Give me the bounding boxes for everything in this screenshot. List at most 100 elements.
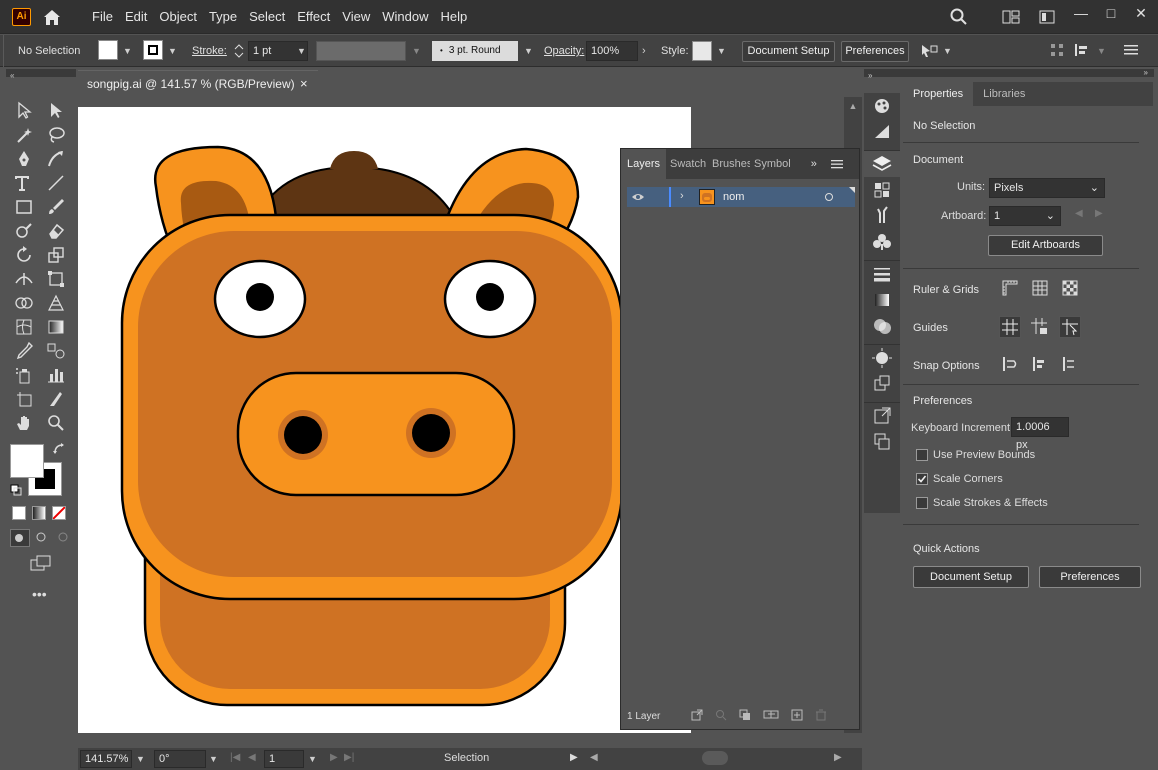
smart-guides-icon[interactable] [1059,316,1081,338]
image-trace-icon[interactable] [864,345,900,371]
horizontal-scroll-thumb[interactable] [702,751,728,765]
shaper-tool-icon[interactable] [14,221,34,241]
artboard-number-input[interactable]: 1 [264,750,304,768]
maximize-button[interactable]: □ [1096,0,1126,28]
fill-color-swatch[interactable] [10,444,44,478]
draw-normal-icon[interactable] [10,529,30,547]
menu-select[interactable]: Select [243,0,291,34]
stroke-stepper[interactable] [232,41,246,61]
visibility-eye-icon[interactable] [631,192,645,202]
quick-document-setup-button[interactable]: Document Setup [913,566,1029,588]
search-icon[interactable] [950,8,968,26]
tab-libraries[interactable]: Libraries [973,82,1035,106]
prev-artboard-status-icon[interactable]: ◀ [248,752,256,763]
perspective-grid-tool-icon[interactable] [46,293,66,313]
blend-tool-icon[interactable] [46,341,66,361]
lock-guides-icon[interactable] [1029,316,1051,338]
preferences-button[interactable]: Preferences [841,41,909,62]
symbol-sprayer-tool-icon[interactable] [14,365,34,385]
units-select[interactable]: Pixels ⌄ [989,178,1105,198]
screen-mode-icon[interactable] [30,555,52,571]
opacity-arrow-icon[interactable]: › [642,45,646,57]
menu-type[interactable]: Type [203,0,243,34]
toolbar-collapse-strip[interactable]: « [6,69,76,80]
magic-wand-tool-icon[interactable] [14,125,34,145]
next-artboard-icon[interactable]: ▶ [1095,208,1103,219]
rectangle-tool-icon[interactable] [14,197,34,217]
arrange-documents-icon[interactable] [1002,10,1020,24]
stroke-swatch[interactable] [143,40,163,60]
brush-dropdown-icon[interactable]: ▼ [524,46,533,56]
slice-tool-icon[interactable] [46,389,66,409]
transparency-icon[interactable] [864,313,900,339]
line-segment-tool-icon[interactable] [46,173,66,193]
scroll-left-icon[interactable]: ◀ [590,752,598,763]
distribute-dropdown-icon[interactable]: ▼ [1097,46,1106,56]
show-guides-icon[interactable] [999,316,1021,338]
shape-builder-tool-icon[interactable] [14,293,34,313]
artboard-select[interactable]: 1 ⌄ [989,206,1061,226]
last-artboard-icon[interactable]: ▶| [344,752,354,763]
artboard-tool-icon[interactable] [14,389,34,409]
swap-fill-stroke-icon[interactable] [52,442,66,456]
delete-layer-icon[interactable] [815,709,827,721]
menu-window[interactable]: Window [376,0,434,34]
document-setup-button[interactable]: Document Setup [742,41,835,62]
pen-tool-icon[interactable] [14,149,34,169]
layers-icon[interactable] [864,151,900,177]
menu-effect[interactable]: Effect [291,0,336,34]
document-tab-close-icon[interactable]: × [300,76,308,91]
align-dropdown-icon[interactable]: ▼ [943,46,952,56]
first-artboard-icon[interactable]: |◀ [230,752,240,763]
graphic-style-swatch[interactable] [692,41,712,61]
next-artboard-status-icon[interactable]: ▶ [330,752,338,763]
layer-name[interactable]: nom [723,191,744,203]
keyboard-increment-input[interactable]: 1.0006 px [1011,417,1069,451]
menu-object[interactable]: Object [153,0,203,34]
color-mode-icon[interactable] [12,506,26,520]
swatches-icon[interactable] [864,177,900,203]
color-guide-icon[interactable] [864,93,900,119]
clipping-mask-icon[interactable] [739,709,751,721]
grid-icon[interactable] [1031,279,1049,297]
curvature-tool-icon[interactable] [46,149,66,169]
gradient-tool-icon[interactable] [46,317,66,337]
default-fill-stroke-icon[interactable] [10,484,22,496]
scale-corners-checkbox[interactable]: Scale Corners [916,473,1003,485]
lasso-tool-icon[interactable] [46,125,66,145]
gradient-panel-icon[interactable] [864,287,900,313]
close-button[interactable]: ✕ [1126,0,1156,28]
transparency-grid-icon[interactable] [1061,279,1079,297]
rulers-icon[interactable] [1001,279,1019,297]
stroke-panel-icon[interactable] [864,261,900,287]
style-dropdown-icon[interactable]: ▼ [717,46,726,56]
mesh-tool-icon[interactable] [14,317,34,337]
workspace-icon[interactable] [1039,10,1055,24]
menu-view[interactable]: View [336,0,376,34]
expand-layer-icon[interactable]: › [680,190,684,202]
stroke-weight-dropdown-icon[interactable]: ▼ [297,46,306,56]
quick-preferences-button[interactable]: Preferences [1039,566,1141,588]
snap-to-glyph-icon[interactable] [1061,356,1079,372]
paintbrush-tool-icon[interactable] [46,197,66,217]
document-tab[interactable]: songpig.ai @ 141.57 % (RGB/Preview) × [78,70,318,96]
selection-tool-icon[interactable] [14,100,34,120]
tab-swatches[interactable]: Swatch [666,149,708,179]
edit-artboards-button[interactable]: Edit Artboards [988,235,1103,256]
previous-artboard-icon[interactable]: ◀ [1075,208,1083,219]
menu-file[interactable]: File [86,0,119,34]
profile-dropdown-icon[interactable]: ▼ [412,46,421,56]
new-layer-icon[interactable] [791,709,803,721]
type-tool-icon[interactable] [12,173,36,197]
draw-behind-icon[interactable] [32,529,52,547]
scale-corners-box[interactable] [916,473,928,485]
edit-toolbar-icon[interactable]: ••• [32,586,47,602]
home-icon[interactable] [42,8,62,26]
locate-object-icon[interactable] [715,709,727,721]
eyedropper-tool-icon[interactable] [14,341,34,361]
align-to-icon[interactable] [920,43,938,59]
panel-menu-icon[interactable] [1124,44,1138,56]
scale-tool-icon[interactable] [46,245,66,265]
tab-symbols[interactable]: Symbol [750,149,795,179]
appearance-icon[interactable] [864,119,900,145]
